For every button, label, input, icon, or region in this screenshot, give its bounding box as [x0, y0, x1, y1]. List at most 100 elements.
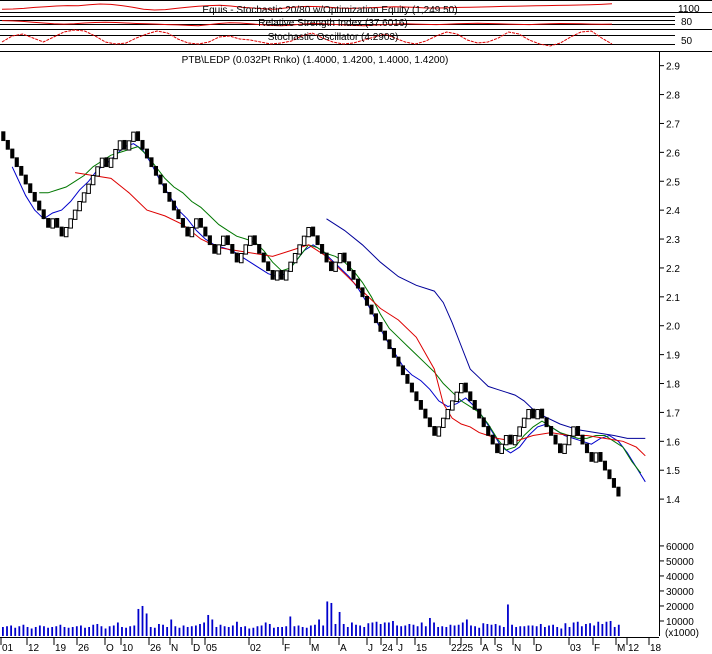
renko-brick-down — [575, 426, 581, 436]
renko-brick-down — [351, 270, 356, 280]
volume-bar — [585, 623, 587, 636]
time-tick-label: J — [368, 643, 373, 654]
price-tick-label: 1.7 — [666, 408, 680, 419]
volume-bar — [351, 622, 353, 636]
time-tick-label: M — [311, 643, 319, 654]
rsi-panel-title: Relative Strength Index (37.6016) — [258, 18, 408, 29]
renko-brick-up — [247, 235, 253, 246]
time-tick-label: N — [514, 643, 521, 654]
price-tick-label: 2.6 — [666, 148, 680, 159]
volume-bar — [137, 608, 140, 636]
renko-brick-up — [593, 452, 599, 463]
volume-bar — [589, 623, 591, 636]
volume-bar — [203, 622, 205, 636]
volume-bar — [580, 626, 583, 636]
volume-bar — [88, 626, 91, 636]
renko-brick-down — [135, 131, 141, 142]
renko-brick-down — [315, 235, 320, 246]
renko-brick-up — [292, 252, 298, 264]
price-tick-label: 1.5 — [666, 466, 680, 477]
volume-bar — [605, 621, 608, 636]
volume-bar — [556, 626, 559, 636]
renko-brick-down — [324, 252, 329, 263]
renko-brick-up — [450, 400, 455, 411]
renko-brick-up — [90, 174, 96, 186]
volume-bar — [482, 623, 485, 636]
renko-brick-up — [566, 435, 572, 446]
price-tick-label: 2.8 — [666, 91, 680, 102]
volume-bar — [392, 620, 394, 636]
time-tick-label: S — [496, 643, 503, 654]
volume-bar — [256, 626, 259, 636]
time-tick-label: D — [535, 643, 542, 654]
volume-bar — [359, 625, 362, 636]
volume-tick-label: 30000 — [666, 587, 694, 598]
price-tick-label: 2.1 — [666, 293, 680, 304]
volume-bar — [498, 625, 501, 636]
volume-bar — [264, 622, 267, 636]
renko-brick-down — [616, 486, 621, 497]
time-tick-label: O — [106, 643, 114, 654]
volume-bar — [560, 628, 563, 636]
renko-brick-up — [194, 218, 199, 229]
volume-bar — [121, 626, 123, 636]
renko-brick-down — [355, 278, 361, 289]
renko-brick-up — [535, 409, 540, 420]
volume-bar — [412, 624, 415, 636]
renko-brick-down — [14, 157, 19, 168]
volume-bar — [2, 626, 4, 636]
time-tick-label: F — [284, 643, 290, 654]
renko-brick-down — [427, 417, 432, 428]
renko-brick-down — [171, 200, 176, 211]
renko-brick-down — [589, 452, 594, 462]
volume-bar — [490, 624, 493, 636]
renko-brick-down — [55, 217, 60, 228]
renko-brick-down — [266, 261, 271, 272]
price-tick-label: 2.7 — [666, 119, 680, 130]
volume-bar — [416, 626, 419, 636]
renko-brick-down — [153, 165, 159, 176]
volume-bar — [252, 627, 255, 636]
time-tick-label: D — [193, 643, 200, 654]
moving-average-line — [39, 146, 642, 474]
renko-brick-down — [122, 139, 127, 150]
volume-bar — [227, 626, 230, 636]
time-tick-label: 19 — [55, 643, 67, 654]
volume-bar — [486, 623, 489, 636]
renko-brick-down — [320, 243, 325, 254]
volume-bar — [80, 625, 82, 636]
volume-bar — [277, 626, 279, 636]
time-tick-label: 03 — [570, 643, 582, 654]
renko-brick-down — [432, 426, 437, 436]
volume-bar — [59, 624, 62, 636]
volume-bar — [55, 626, 58, 636]
volume-bar — [51, 626, 54, 636]
volume-bar — [182, 625, 185, 636]
price-tick-label: 1.8 — [666, 380, 680, 391]
renko-brick-up — [216, 244, 222, 255]
renko-brick-down — [28, 183, 33, 194]
volume-bar — [367, 623, 370, 636]
renko-brick-up — [521, 417, 527, 428]
stochastic-panel-title: Stochastic Oscillator (4.2903) — [268, 32, 399, 43]
renko-brick-up — [283, 270, 289, 281]
volume-bar — [207, 614, 210, 636]
time-tick-label: 12 — [28, 643, 40, 654]
volume-bar — [572, 622, 575, 636]
volume-bar — [166, 626, 169, 636]
volume-bar — [535, 626, 538, 636]
volume-bar — [26, 626, 29, 636]
volume-bar — [548, 625, 550, 636]
time-tick-label: 12 — [628, 643, 640, 654]
renko-brick-down — [149, 157, 154, 168]
renko-brick-up — [458, 383, 464, 394]
volume-bar — [523, 626, 526, 636]
volume-bar — [104, 628, 107, 636]
stochastic-axis-tick: 50 — [681, 36, 693, 47]
renko-brick-down — [481, 417, 486, 428]
volume-bar — [84, 627, 86, 636]
volume-bar — [236, 621, 238, 636]
volume-bar — [613, 626, 616, 636]
volume-bar — [38, 625, 41, 636]
renko-brick-down — [409, 382, 414, 393]
